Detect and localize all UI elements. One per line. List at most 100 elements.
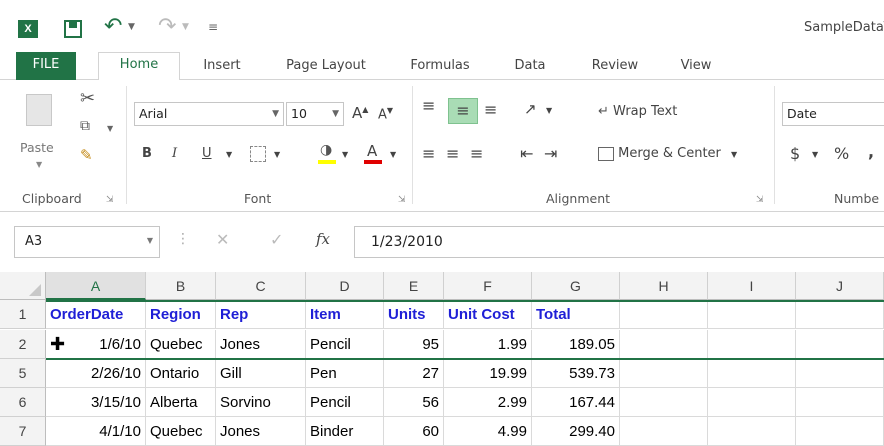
cell-e5[interactable]: 27 — [384, 359, 444, 388]
undo-icon[interactable]: ↶ — [104, 14, 122, 39]
column-header-f[interactable]: F — [444, 272, 532, 300]
column-header-i[interactable]: I — [708, 272, 796, 300]
cell-i1[interactable] — [708, 300, 796, 329]
cell-h6[interactable] — [620, 388, 708, 417]
orientation-icon[interactable]: ↗ — [524, 100, 537, 118]
cell-h2[interactable] — [620, 330, 708, 359]
cell-c6[interactable]: Sorvino — [216, 388, 306, 417]
paste-dropdown-icon[interactable]: ▼ — [36, 160, 42, 169]
formula-input[interactable]: 1/23/2010 — [354, 226, 884, 258]
column-header-e[interactable]: E — [384, 272, 444, 300]
borders-icon[interactable] — [250, 146, 266, 162]
font-color-dropdown-icon[interactable]: ▼ — [390, 150, 396, 159]
grow-font-icon[interactable]: A▲ — [352, 104, 368, 122]
middle-align-icon[interactable]: ≡ — [448, 98, 478, 124]
top-align-icon[interactable]: ≡ — [422, 96, 435, 115]
bottom-align-icon[interactable]: ≡ — [484, 100, 497, 119]
wrap-text-button[interactable]: ↵ Wrap Text — [598, 104, 677, 119]
tab-data[interactable]: Data — [508, 54, 552, 80]
copy-icon[interactable]: ⧉ — [80, 118, 90, 134]
cell-j6[interactable] — [796, 388, 884, 417]
cell-f2[interactable]: 1.99 — [444, 330, 532, 359]
increase-indent-icon[interactable]: ⇥ — [544, 144, 557, 163]
cell-i6[interactable] — [708, 388, 796, 417]
row-header-1[interactable]: 1 — [0, 300, 46, 329]
tab-page-layout[interactable]: Page Layout — [276, 54, 376, 80]
tab-review[interactable]: Review — [584, 54, 646, 80]
clipboard-launcher-icon[interactable]: ⇲ — [106, 195, 114, 205]
customize-qat-icon[interactable]: ≡ — [208, 20, 218, 34]
cell-i5[interactable] — [708, 359, 796, 388]
name-box[interactable]: A3 ▼ — [14, 226, 160, 258]
cell-f5[interactable]: 19.99 — [444, 359, 532, 388]
shrink-font-icon[interactable]: A▼ — [378, 106, 393, 122]
format-painter-icon[interactable]: ✎ — [80, 146, 93, 164]
font-color-icon[interactable]: A — [364, 142, 382, 164]
cell-a5[interactable]: 2/26/10 — [46, 359, 146, 388]
alignment-launcher-icon[interactable]: ⇲ — [756, 195, 764, 205]
underline-dropdown-icon[interactable]: ▼ — [226, 150, 232, 159]
cell-g5[interactable]: 539.73 — [532, 359, 620, 388]
row-header-5[interactable]: 5 — [0, 359, 46, 388]
row-header-2[interactable]: 2 — [0, 330, 46, 359]
cell-b6[interactable]: Alberta — [146, 388, 216, 417]
cut-icon[interactable]: ✂ — [80, 88, 95, 109]
font-size-combo[interactable]: 10 ▼ — [286, 102, 344, 126]
worksheet-grid[interactable]: A B C D E F G H I J 1 OrderDate Region Rep Item Units Un… — [0, 272, 884, 446]
currency-button[interactable]: $ — [790, 144, 800, 163]
cell-d1[interactable]: Item — [306, 300, 384, 329]
cell-e2[interactable]: 95 — [384, 330, 444, 359]
cell-b2[interactable]: Quebec — [146, 330, 216, 359]
undo-dropdown-icon[interactable]: ▼ — [128, 22, 135, 32]
number-format-combo[interactable]: Date — [782, 102, 884, 126]
column-header-h[interactable]: H — [620, 272, 708, 300]
underline-button[interactable]: U — [202, 146, 212, 161]
cell-c1[interactable]: Rep — [216, 300, 306, 329]
cell-a6[interactable]: 3/15/10 — [46, 388, 146, 417]
italic-button[interactable]: I — [172, 146, 177, 161]
tab-file[interactable]: FILE — [16, 52, 76, 80]
cell-e1[interactable]: Units — [384, 300, 444, 329]
row-header-6[interactable]: 6 — [0, 388, 46, 417]
copy-dropdown-icon[interactable]: ▼ — [107, 124, 113, 133]
column-header-b[interactable]: B — [146, 272, 216, 300]
font-launcher-icon[interactable]: ⇲ — [398, 195, 406, 205]
cell-d6[interactable]: Pencil — [306, 388, 384, 417]
orientation-dropdown-icon[interactable]: ▼ — [546, 106, 552, 115]
fill-color-dropdown-icon[interactable]: ▼ — [342, 150, 348, 159]
column-header-a[interactable]: A — [46, 272, 146, 300]
tab-home[interactable]: Home — [98, 52, 180, 81]
column-header-g[interactable]: G — [532, 272, 620, 300]
cell-h5[interactable] — [620, 359, 708, 388]
comma-button[interactable]: , — [868, 142, 874, 161]
cell-c2[interactable]: Jones — [216, 330, 306, 359]
tab-formulas[interactable]: Formulas — [404, 54, 476, 80]
font-name-combo[interactable]: Arial ▼ — [134, 102, 284, 126]
cell-a1[interactable]: OrderDate — [46, 300, 146, 329]
cell-i2[interactable] — [708, 330, 796, 359]
column-header-j[interactable]: J — [796, 272, 884, 300]
center-icon[interactable]: ≡ — [446, 144, 459, 163]
cell-b1[interactable]: Region — [146, 300, 216, 329]
cell-f1[interactable]: Unit Cost — [444, 300, 532, 329]
cell-j1[interactable] — [796, 300, 884, 329]
borders-dropdown-icon[interactable]: ▼ — [274, 150, 280, 159]
cell-e6[interactable]: 56 — [384, 388, 444, 417]
currency-dropdown-icon[interactable]: ▼ — [812, 150, 818, 159]
bold-button[interactable]: B — [142, 146, 152, 161]
column-header-c[interactable]: C — [216, 272, 306, 300]
column-header-d[interactable]: D — [306, 272, 384, 300]
align-left-icon[interactable]: ≡ — [422, 144, 435, 163]
cell-h1[interactable] — [620, 300, 708, 329]
insert-function-icon[interactable]: fx — [316, 230, 330, 248]
cell-d2[interactable]: Pencil — [306, 330, 384, 359]
select-all-corner[interactable] — [0, 272, 46, 300]
cell-b5[interactable]: Ontario — [146, 359, 216, 388]
percent-button[interactable]: % — [834, 144, 849, 163]
cell-g1[interactable]: Total — [532, 300, 620, 329]
redo-icon[interactable]: ↷ — [158, 14, 176, 39]
decrease-indent-icon[interactable]: ⇤ — [520, 144, 533, 163]
enter-icon[interactable]: ✓ — [270, 230, 283, 249]
merge-center-button[interactable]: Merge & Center ▼ — [598, 146, 737, 161]
save-icon[interactable] — [64, 20, 82, 38]
